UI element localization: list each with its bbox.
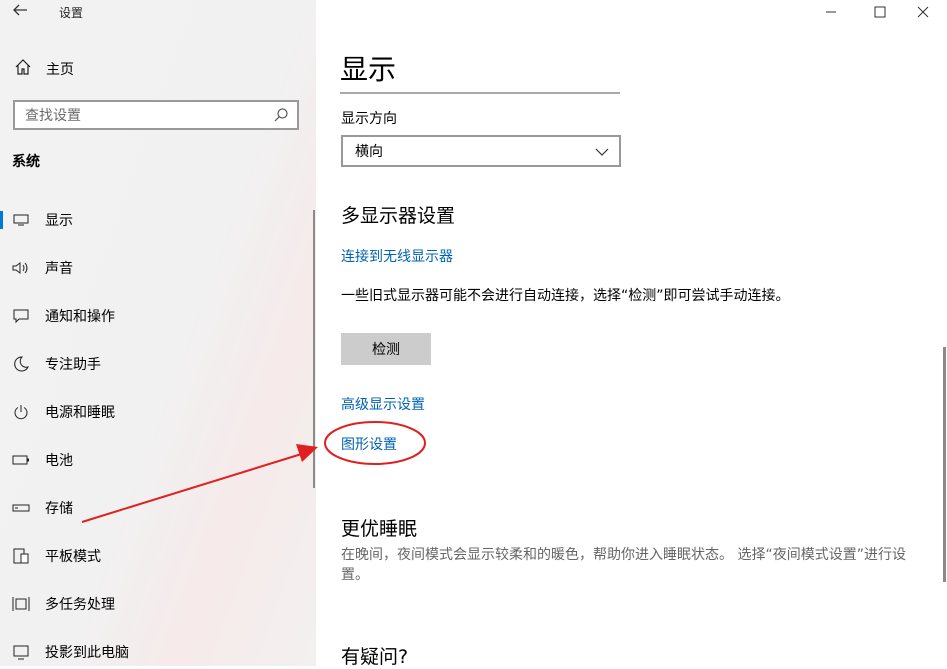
home-label: 主页 <box>46 62 74 78</box>
sidebar-item-focus-assist[interactable]: 专注助手 <box>0 349 316 379</box>
orientation-label: 显示方向 <box>341 111 397 127</box>
sidebar-item-notifications[interactable]: 通知和操作 <box>0 301 316 331</box>
power-icon <box>12 403 30 421</box>
sidebar-item-label: 通知和操作 <box>45 309 115 325</box>
sidebar-item-project[interactable]: 投影到此电脑 <box>0 637 316 667</box>
main-scrollbar[interactable] <box>943 347 946 582</box>
sleep-heading: 更优睡眠 <box>341 518 418 540</box>
multitasking-icon <box>12 595 30 613</box>
sidebar-item-multitasking[interactable]: 多任务处理 <box>0 589 316 619</box>
project-icon <box>12 643 30 661</box>
sidebar-item-sound[interactable]: 声音 <box>0 253 316 283</box>
sidebar-item-label: 存储 <box>45 501 73 517</box>
section-title: 系统 <box>12 154 40 170</box>
questions-heading: 有疑问? <box>341 646 409 668</box>
tablet-mode-icon <box>12 547 30 565</box>
close-button[interactable] <box>900 0 946 24</box>
sidebar-item-label: 投影到此电脑 <box>45 645 129 661</box>
search-icon[interactable] <box>273 107 289 123</box>
chevron-down-icon <box>595 144 609 158</box>
sidebar: 设置 主页 查找设置 系统 显示 声音 通知和操作 专注助手 电源和睡眠 电池 … <box>0 0 316 666</box>
sidebar-item-tablet-mode[interactable]: 平板模式 <box>0 541 316 571</box>
home-icon <box>14 58 32 80</box>
notification-icon <box>12 307 30 325</box>
search-placeholder: 查找设置 <box>25 108 81 124</box>
sidebar-item-label: 声音 <box>45 261 73 277</box>
sidebar-item-battery[interactable]: 电池 <box>0 445 316 475</box>
multi-display-heading: 多显示器设置 <box>341 205 456 227</box>
maximize-button[interactable] <box>857 0 903 24</box>
sidebar-item-label: 多任务处理 <box>45 597 115 613</box>
sidebar-item-power[interactable]: 电源和睡眠 <box>0 397 316 427</box>
back-arrow-icon[interactable] <box>12 2 28 22</box>
detect-button[interactable]: 检测 <box>341 333 431 365</box>
sidebar-item-label: 显示 <box>45 213 73 229</box>
sidebar-item-label: 电源和睡眠 <box>45 405 115 421</box>
app-title: 设置 <box>59 6 84 20</box>
search-input[interactable]: 查找设置 <box>13 100 299 130</box>
sidebar-item-label: 平板模式 <box>45 549 101 565</box>
wireless-display-link[interactable]: 连接到无线显示器 <box>341 246 453 266</box>
detect-description: 一些旧式显示器可能不会进行自动连接，选择“检测”即可尝试手动连接。 <box>341 288 790 304</box>
minimize-button[interactable] <box>808 0 854 24</box>
storage-icon <box>12 499 30 517</box>
orientation-dropdown[interactable]: 横向 <box>341 135 621 167</box>
divider <box>340 92 620 94</box>
sidebar-item-label: 电池 <box>45 453 73 469</box>
sidebar-item-display[interactable]: 显示 <box>0 205 316 235</box>
orientation-value: 横向 <box>355 144 383 160</box>
page-title: 显示 <box>340 53 397 86</box>
moon-icon <box>12 355 30 373</box>
sidebar-item-label: 专注助手 <box>45 357 101 373</box>
battery-icon <box>12 451 30 469</box>
advanced-display-link[interactable]: 高级显示设置 <box>341 394 425 414</box>
speaker-icon <box>12 259 30 277</box>
selection-indicator <box>0 211 3 229</box>
sidebar-item-storage[interactable]: 存储 <box>0 493 316 523</box>
sleep-description: 在晚间，夜间模式会显示较柔和的暖色，帮助你进入睡眠状态。 选择“夜间模式设置”进… <box>341 547 906 583</box>
home-link[interactable]: 主页 <box>14 58 74 80</box>
graphics-settings-link[interactable]: 图形设置 <box>341 434 397 454</box>
display-icon <box>12 211 30 229</box>
sidebar-scrollbar[interactable] <box>313 210 315 488</box>
